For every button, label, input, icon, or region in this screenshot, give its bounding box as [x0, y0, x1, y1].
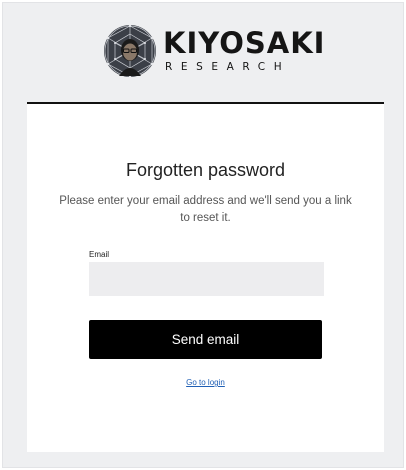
go-to-login-link[interactable]: Go to login	[27, 378, 384, 387]
page-background: KIYOSAKI RESEARCH Forgotten password Ple…	[2, 2, 404, 468]
instructions-text: Please enter your email address and we'l…	[59, 195, 352, 224]
brand-subtitle: RESEARCH	[165, 61, 291, 73]
geodesic-globe-portrait-icon	[104, 24, 156, 78]
brand-logo: KIYOSAKI RESEARCH	[103, 21, 324, 81]
reset-password-card: Forgotten password Please enter your ema…	[27, 102, 384, 452]
email-field[interactable]	[89, 262, 324, 296]
page-title: Forgotten password	[125, 160, 286, 180]
email-label: Email	[89, 250, 110, 259]
brand-name: KIYOSAKI	[163, 26, 326, 60]
send-email-button[interactable]: Send email	[89, 320, 322, 359]
